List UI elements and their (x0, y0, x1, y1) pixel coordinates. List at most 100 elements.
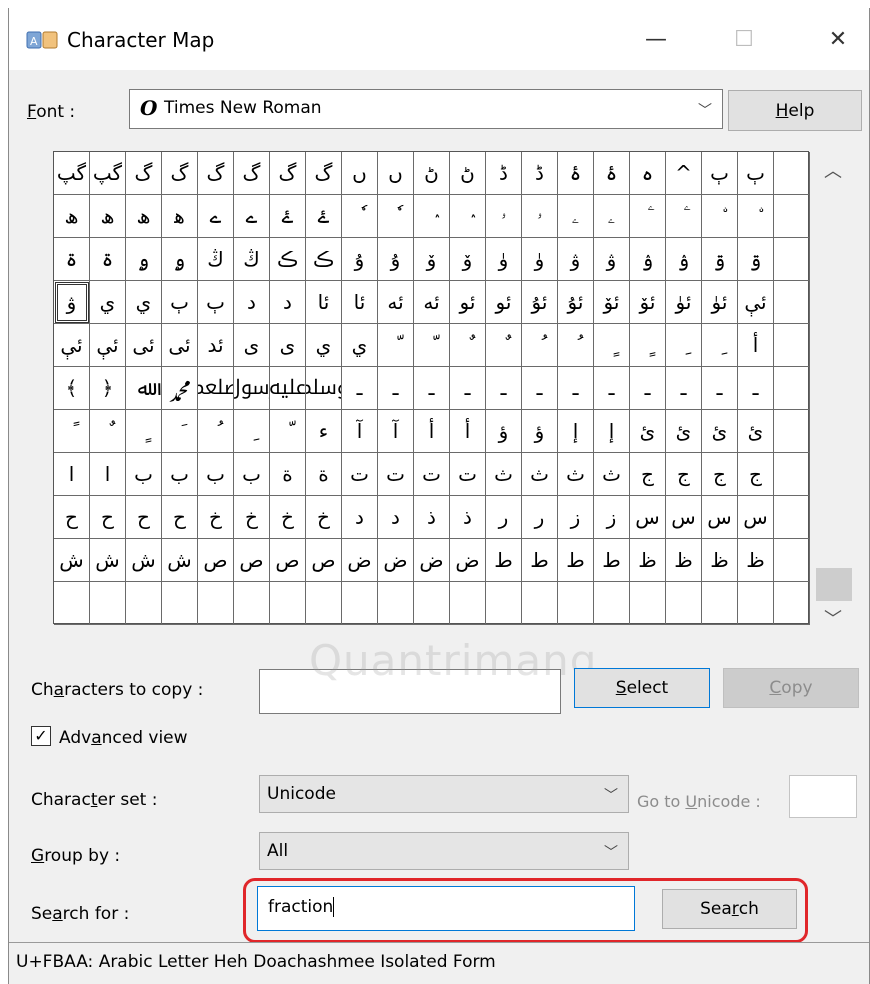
character-cell[interactable]: ـ (630, 367, 666, 410)
character-cell[interactable]: ئۆ (630, 281, 666, 324)
character-cell[interactable]: ۄ (162, 238, 198, 281)
search-input[interactable]: fraction (257, 886, 635, 931)
character-cell[interactable]: ۦ (594, 195, 630, 238)
character-cell[interactable]: ے (234, 195, 270, 238)
character-cell[interactable]: ڈ (522, 152, 558, 195)
advanced-view-label[interactable]: Advanced view (59, 728, 188, 748)
character-cell[interactable]: أ (414, 410, 450, 453)
character-cell[interactable]: ﴿ (90, 367, 126, 410)
character-cell[interactable]: ۃ (54, 238, 90, 281)
character-cell[interactable]: ڭ (234, 238, 270, 281)
character-cell[interactable]: ۊ (738, 238, 774, 281)
font-dropdown[interactable]: O Times New Roman ﹀ (129, 89, 723, 129)
character-cell[interactable]: گ (234, 152, 270, 195)
character-cell[interactable] (270, 582, 306, 625)
character-cell[interactable]: ـ (486, 367, 522, 410)
scroll-down-icon[interactable]: ﹀ (824, 605, 842, 631)
select-button[interactable]: Select (574, 668, 710, 708)
character-cell[interactable]: ئى (162, 324, 198, 367)
character-cell[interactable]: گپ (90, 152, 126, 195)
character-cell[interactable]: ۃ (90, 238, 126, 281)
character-cell[interactable]: ئ (702, 410, 738, 453)
character-cell[interactable]: ﷵ (198, 367, 234, 410)
character-cell[interactable]: ئې (90, 324, 126, 367)
character-cell[interactable]: ص (270, 539, 306, 582)
character-cell[interactable]: س (630, 496, 666, 539)
character-cell[interactable]: ُ (558, 324, 594, 367)
character-cell[interactable]: ي (306, 324, 342, 367)
character-cell[interactable]: ض (378, 539, 414, 582)
character-cell[interactable] (198, 582, 234, 625)
character-cell[interactable]: ۧ (630, 195, 666, 238)
character-cell[interactable] (774, 195, 810, 238)
character-cell[interactable]: ز (558, 496, 594, 539)
character-cell[interactable]: ڻ (450, 152, 486, 195)
character-cell[interactable]: د (270, 281, 306, 324)
character-cell[interactable]: ہ (630, 152, 666, 195)
character-cell[interactable]: َ (162, 410, 198, 453)
character-cell[interactable]: ﴾ (54, 367, 90, 410)
character-cell[interactable]: ﷶ (234, 367, 270, 410)
character-cell[interactable]: ڪ (306, 238, 342, 281)
character-cell[interactable]: ج (702, 453, 738, 496)
character-cell[interactable] (234, 582, 270, 625)
character-cell[interactable] (774, 238, 810, 281)
character-cell[interactable]: ئې (738, 281, 774, 324)
character-cell[interactable]: ٌ (90, 410, 126, 453)
character-cell[interactable] (162, 582, 198, 625)
maximize-button[interactable]: ☐ (715, 8, 773, 70)
character-cell[interactable]: ں (378, 152, 414, 195)
character-cell[interactable]: ش (90, 539, 126, 582)
character-cell[interactable]: ﷸ (306, 367, 342, 410)
character-cell[interactable]: ط (558, 539, 594, 582)
character-cell[interactable]: ب (198, 453, 234, 496)
character-cell[interactable]: إ (558, 410, 594, 453)
character-cell[interactable] (774, 367, 810, 410)
character-cell[interactable]: ھ (126, 195, 162, 238)
character-cell[interactable]: ب (234, 453, 270, 496)
character-cell[interactable]: ظ (666, 539, 702, 582)
character-cell[interactable]: ط (594, 539, 630, 582)
character-cell[interactable]: ٍ (126, 410, 162, 453)
character-cell[interactable]: ش (162, 539, 198, 582)
character-cell[interactable]: س (738, 496, 774, 539)
character-cell[interactable]: ڻ (414, 152, 450, 195)
character-cell[interactable]: ٗ (342, 195, 378, 238)
character-cell[interactable]: ؤ (522, 410, 558, 453)
character-cell[interactable]: ئى (126, 324, 162, 367)
character-cell[interactable]: ـ (450, 367, 486, 410)
character-cell[interactable]: ئا (342, 281, 378, 324)
character-cell[interactable] (342, 582, 378, 625)
character-cell[interactable]: ں (342, 152, 378, 195)
character-cell[interactable]: ۦ (558, 195, 594, 238)
character-cell[interactable]: گپ (54, 152, 90, 195)
character-grid[interactable]: گپگپگگگگگگںںڻڻڈڈۂۂہ^ٻٻ ھھھﮬےےۓۓٗٗٛٛۥۥۦۦۧ… (53, 151, 810, 625)
character-cell[interactable]: ّ (270, 410, 306, 453)
character-cell[interactable]: ھ (90, 195, 126, 238)
character-cell[interactable] (594, 582, 630, 625)
character-cell[interactable]: ٻ (738, 152, 774, 195)
character-cell[interactable]: ُ (522, 324, 558, 367)
character-cell[interactable]: ِ (666, 324, 702, 367)
character-cell[interactable] (774, 324, 810, 367)
character-cell[interactable] (54, 582, 90, 625)
character-cell[interactable]: ۓ (270, 195, 306, 238)
character-cell[interactable]: ث (486, 453, 522, 496)
character-cell[interactable] (774, 281, 810, 324)
character-cell[interactable]: گ (270, 152, 306, 195)
character-cell[interactable]: ظ (630, 539, 666, 582)
character-cell[interactable]: ﷲ (126, 367, 162, 410)
character-cell[interactable]: ے (198, 195, 234, 238)
character-cell[interactable]: ئد (198, 324, 234, 367)
character-cell[interactable]: ة (306, 453, 342, 496)
character-cell[interactable]: ۥ (522, 195, 558, 238)
advanced-view-checkbox[interactable]: ✓ (31, 726, 51, 746)
character-cell[interactable]: ۉ (666, 238, 702, 281)
character-cell[interactable]: ٛ (450, 195, 486, 238)
character-cell[interactable] (306, 582, 342, 625)
character-cell[interactable]: ـ (522, 367, 558, 410)
character-cell[interactable]: ٗ (378, 195, 414, 238)
character-cell[interactable]: ئۈ (666, 281, 702, 324)
character-cell[interactable]: ۈ (486, 238, 522, 281)
character-cell[interactable]: گ (126, 152, 162, 195)
